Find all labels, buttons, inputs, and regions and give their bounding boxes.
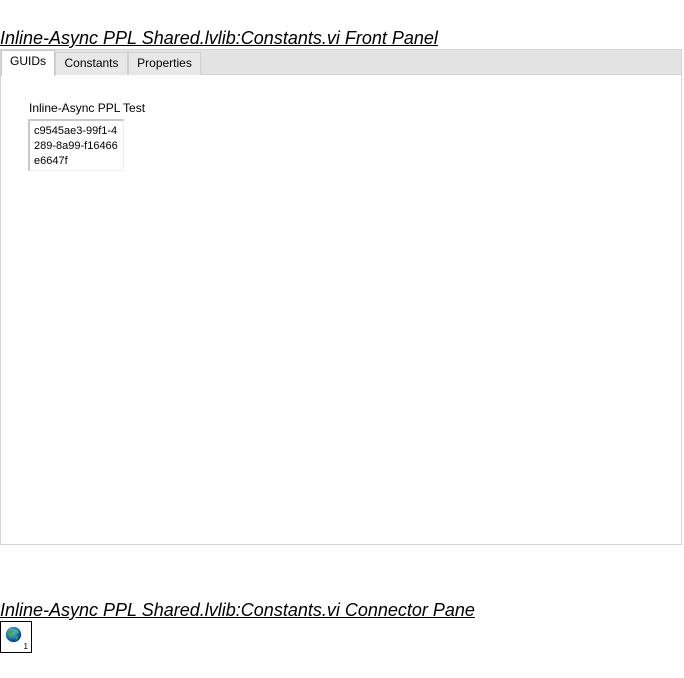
tab-strip: GUIDs Constants Properties — [1, 50, 681, 76]
connector-pane[interactable]: 1 — [0, 621, 32, 653]
tab-guids[interactable]: GUIDs — [1, 50, 55, 76]
tab-properties[interactable]: Properties — [128, 52, 201, 75]
guid-string-indicator[interactable]: c9545ae3-99f1-4289-8a99-f16466e6647f — [28, 119, 124, 171]
front-panel-heading: Inline-Async PPL Shared.lvlib:Constants.… — [0, 28, 438, 48]
tab-constants[interactable]: Constants — [55, 52, 128, 75]
connector-pane-heading: Inline-Async PPL Shared.lvlib:Constants.… — [0, 600, 475, 620]
front-panel: GUIDs Constants Properties Inline-Async … — [0, 49, 682, 545]
guid-control-label: Inline-Async PPL Test — [29, 101, 146, 115]
globe-icon — [5, 626, 22, 643]
terminal-number: 1 — [23, 642, 28, 651]
